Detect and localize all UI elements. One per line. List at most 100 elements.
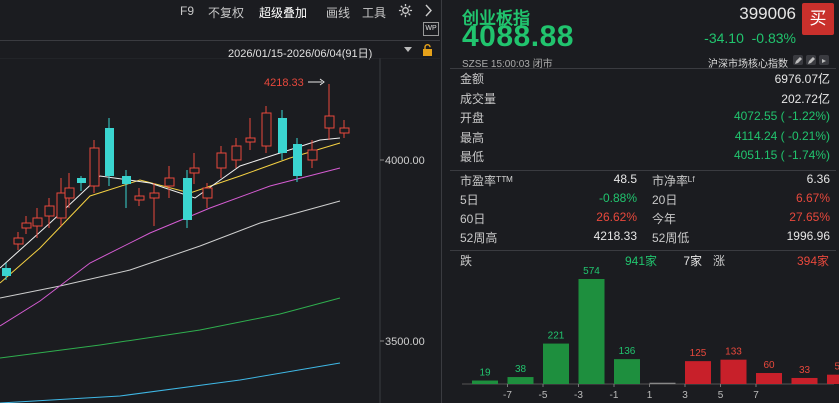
bar-value-label: 33 [799, 365, 811, 376]
x-tick-label: 5 [718, 390, 724, 401]
candle-body [231, 145, 242, 161]
bar-value-label: 51 [834, 362, 839, 373]
stat-value: 26.62% [596, 210, 637, 224]
stat-value: 6.67% [795, 191, 830, 205]
candle-body [2, 268, 11, 276]
edit-icon[interactable] [793, 55, 803, 65]
divider [450, 250, 836, 251]
wp-icon[interactable]: WP [423, 22, 439, 36]
stat-value: 4072.55 ( -1.22%) [733, 109, 830, 123]
stat-label: 成交量 [460, 91, 497, 106]
change-percent: -0.83% [751, 30, 796, 46]
distribution-bar[interactable] [756, 373, 782, 384]
ma-line [0, 137, 341, 269]
kline-chart[interactable]: 4000.00 3500.00 4218.33 [0, 58, 440, 403]
lock-icon[interactable] [422, 44, 433, 56]
stat-value: 27.65% [789, 210, 830, 224]
change-distribution-chart[interactable]: 19 38 221 574 136 125 133 60 33 51 -7 -5 -3 -1 1 3 5 7 [442, 266, 839, 403]
candle-body [189, 167, 200, 174]
candles [2, 84, 350, 280]
x-tick-label: -1 [610, 390, 619, 401]
stat-value: 4051.15 ( -1.74%) [733, 148, 830, 162]
overlay-button[interactable]: 超级叠加 [259, 4, 307, 21]
stat-value: 1996.96 [786, 229, 830, 243]
bar-value-label: 221 [548, 331, 565, 342]
distribution-bar[interactable] [578, 279, 605, 384]
peak-label: 4218.33 [264, 77, 304, 89]
stat-label: 市盈率ᵀᵀᴹ [460, 174, 513, 188]
expand-icon[interactable] [819, 55, 829, 65]
stat-value: 4114.24 ( -0.21%) [734, 128, 830, 143]
candle-body [307, 149, 318, 161]
candle-body [245, 137, 256, 143]
quote-panel: 创业板指 399006 买 4088.88 -34.10 -0.83% SZSE… [441, 0, 839, 403]
bar-value-label: 574 [583, 266, 600, 277]
stat-value: 202.72亿 [781, 91, 830, 106]
x-tick-label: 1 [647, 390, 653, 401]
stat-value: 48.5 [613, 172, 637, 186]
stat-label: 20日 [652, 193, 678, 207]
candle-body [324, 115, 335, 129]
adjust-button[interactable]: 不复权 [208, 4, 244, 21]
candle-body [122, 176, 131, 184]
stat-label: 52周高 [460, 231, 498, 245]
chevron-right-icon[interactable] [424, 4, 434, 17]
ma-line [0, 362, 341, 403]
stat-value: 6.36 [806, 172, 830, 186]
candle-body [164, 177, 175, 187]
distribution-bar[interactable] [649, 382, 676, 384]
toolbar-divider [0, 40, 440, 41]
distribution-bar[interactable] [720, 359, 747, 384]
ma-line [0, 297, 341, 359]
candle-body [202, 187, 213, 199]
distribution-bar[interactable] [791, 377, 818, 384]
stat-value: -0.88% [598, 191, 637, 205]
buy-button[interactable]: 买 [802, 3, 834, 35]
candle-body [44, 205, 55, 217]
bar-value-label: 125 [690, 348, 707, 359]
candle-body [32, 217, 43, 227]
f9-button[interactable]: F9 [180, 4, 194, 18]
draw-line-button[interactable]: 画线 [326, 4, 350, 21]
candle-body [64, 187, 75, 199]
stat-label: 60日 [460, 212, 486, 226]
stat-label: 金额 [460, 72, 485, 86]
chart-toolbar: F9 不复权 超级叠加 画线 工具 [0, 0, 440, 22]
tools-button[interactable]: 工具 [362, 4, 386, 21]
bar-value-label: 133 [725, 347, 742, 358]
bar-value-label: 19 [479, 368, 491, 379]
stat-label: 5日 [460, 193, 479, 207]
distribution-bar[interactable] [614, 359, 640, 384]
candle-body [134, 195, 145, 201]
stat-value: 4218.33 [593, 229, 637, 243]
distribution-bar[interactable] [543, 343, 569, 384]
price-axis: 4000.00 3500.00 [380, 155, 425, 348]
peak-annotation: 4218.33 [264, 77, 325, 89]
bar-value-label: 136 [619, 346, 636, 357]
x-tick-label: -3 [574, 390, 583, 401]
candle-body [149, 192, 160, 199]
distribution-bar[interactable] [472, 380, 498, 384]
distribution-bar[interactable] [507, 377, 534, 384]
stat-label: 市净率ᴸᶠ [652, 174, 695, 188]
candle-body [77, 178, 86, 183]
x-tick-label: 3 [682, 390, 688, 401]
bar-value-label: 38 [515, 364, 527, 375]
index-code: 399006 [739, 4, 796, 23]
stat-value: 6976.07亿 [774, 72, 830, 86]
gear-icon[interactable] [398, 3, 413, 18]
candle-body [293, 144, 302, 176]
distribution-bar[interactable] [827, 374, 839, 384]
candle-body [183, 178, 192, 220]
chevron-down-icon[interactable] [404, 47, 412, 52]
last-price: 4088.88 [462, 20, 574, 53]
price-tick-label: 4000.00 [385, 155, 425, 167]
candle-body [216, 152, 227, 169]
stat-label: 今年 [652, 212, 677, 226]
x-tick-label: 7 [753, 390, 759, 401]
candle-body [89, 147, 100, 187]
x-tick-label: -5 [539, 390, 548, 401]
pin-icon[interactable] [806, 55, 816, 65]
distribution-bar[interactable] [685, 361, 711, 384]
candle-body [13, 237, 24, 245]
